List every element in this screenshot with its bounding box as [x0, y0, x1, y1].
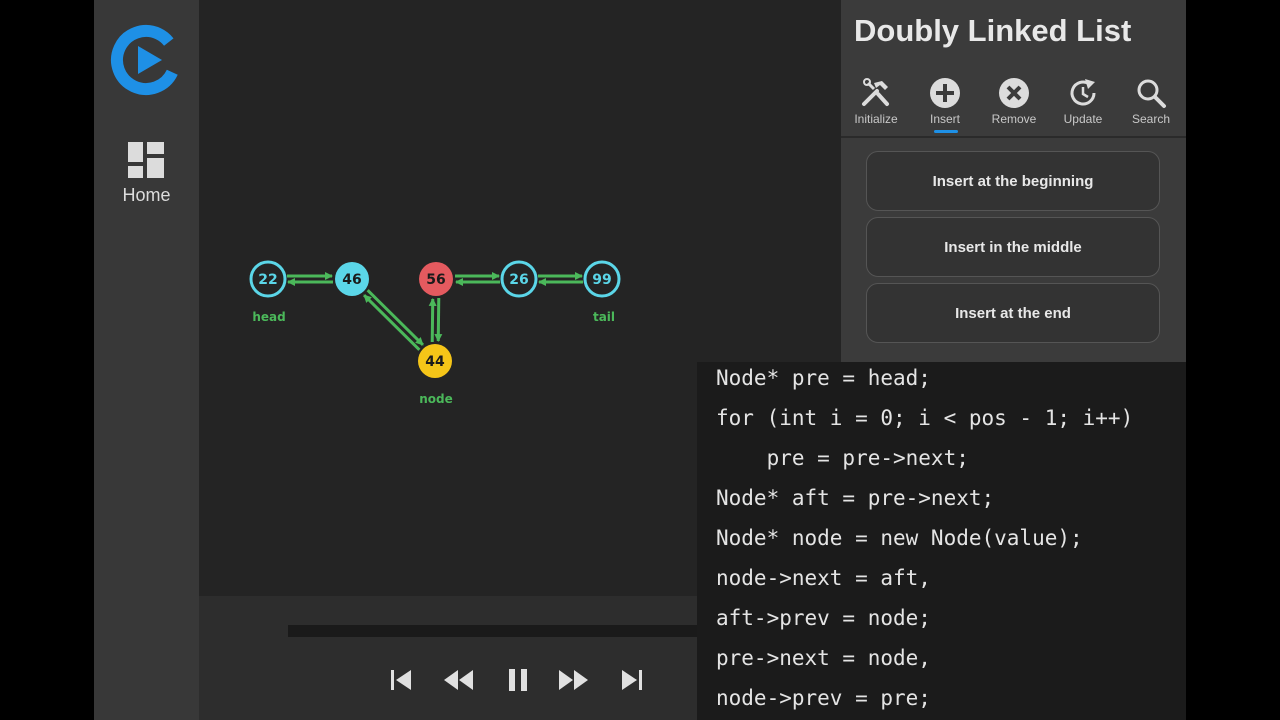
list-node[interactable]: 99	[583, 260, 621, 298]
code-line: pre->next = node,	[716, 646, 931, 670]
tab-remove[interactable]: Remove	[983, 72, 1045, 134]
nodes: 22 46 56 26 99 44	[249, 260, 621, 378]
dashboard-icon	[128, 142, 164, 178]
tab-update[interactable]: Update	[1052, 72, 1114, 134]
tab-insert[interactable]: Insert	[914, 72, 976, 134]
insert-end-button[interactable]: Insert at the end	[866, 283, 1160, 343]
tab-label: Update	[1063, 112, 1103, 126]
link-arrow	[428, 297, 437, 342]
code-line: node->next = aft,	[716, 566, 931, 590]
node-value: 44	[425, 354, 445, 370]
tail-tag: tail	[593, 310, 615, 324]
app-logo[interactable]	[110, 24, 182, 96]
code-line: node->prev = pre;	[716, 686, 931, 710]
skip-to-end-icon[interactable]	[614, 662, 650, 698]
tab-initialize[interactable]: Initialize	[845, 72, 907, 134]
code-line: aft->prev = node;	[716, 606, 931, 630]
step-forward-icon[interactable]	[555, 662, 591, 698]
tools-icon	[862, 78, 889, 106]
tab-label: Insert	[929, 112, 960, 126]
code-panel: Node* pre = head; for (int i = 0; i < po…	[697, 362, 1186, 720]
home-button[interactable]: Home	[94, 140, 199, 210]
tab-label: Initialize	[854, 112, 898, 126]
tab-label: Search	[1131, 112, 1171, 126]
node-value: 22	[258, 272, 277, 288]
panel-title: Doubly Linked List	[854, 13, 1132, 48]
x-circle-icon	[999, 78, 1029, 108]
search-icon	[1137, 79, 1166, 108]
tab-label: Remove	[991, 112, 1037, 126]
node-value: 56	[426, 272, 445, 288]
insert-middle-button[interactable]: Insert in the middle	[866, 217, 1160, 277]
code-line: for (int i = 0; i < pos - 1; i++)	[716, 406, 1134, 430]
code-line: pre = pre->next;	[716, 446, 969, 470]
operations-panel: Doubly Linked List Initialize Insert Rem…	[841, 0, 1186, 362]
update-icon	[1070, 79, 1096, 106]
operation-tabs: Initialize Insert Remove Update Search	[841, 72, 1186, 138]
node-tag: node	[419, 392, 453, 406]
list-node[interactable]: 56	[419, 262, 453, 296]
list-node[interactable]: 22	[249, 260, 287, 298]
insert-beginning-button[interactable]: Insert at the beginning	[866, 151, 1160, 211]
node-value: 99	[592, 272, 611, 288]
tab-search[interactable]: Search	[1120, 72, 1182, 134]
link-arrow	[363, 294, 421, 351]
home-label: Home	[122, 185, 171, 205]
list-node[interactable]: 44	[418, 344, 452, 378]
link-arrow	[366, 289, 424, 346]
node-value: 46	[342, 272, 361, 288]
code-line: Node* node = new Node(value);	[716, 526, 1083, 550]
head-tag: head	[252, 310, 285, 324]
sidebar: Home	[94, 0, 199, 720]
active-tab-indicator	[934, 130, 958, 133]
step-back-icon[interactable]	[441, 662, 477, 698]
list-node[interactable]: 46	[335, 262, 369, 296]
link-arrow	[434, 298, 443, 343]
code-line: Node* pre = head;	[716, 366, 931, 390]
code-line: Node* aft = pre->next;	[716, 486, 995, 510]
list-node[interactable]: 26	[500, 260, 538, 298]
app-window: Home 22 46 56 26 99 44 head tail node Do…	[94, 0, 1186, 720]
pause-icon[interactable]	[500, 662, 536, 698]
plus-circle-icon	[930, 78, 960, 108]
node-value: 26	[509, 272, 528, 288]
skip-to-start-icon[interactable]	[383, 662, 419, 698]
